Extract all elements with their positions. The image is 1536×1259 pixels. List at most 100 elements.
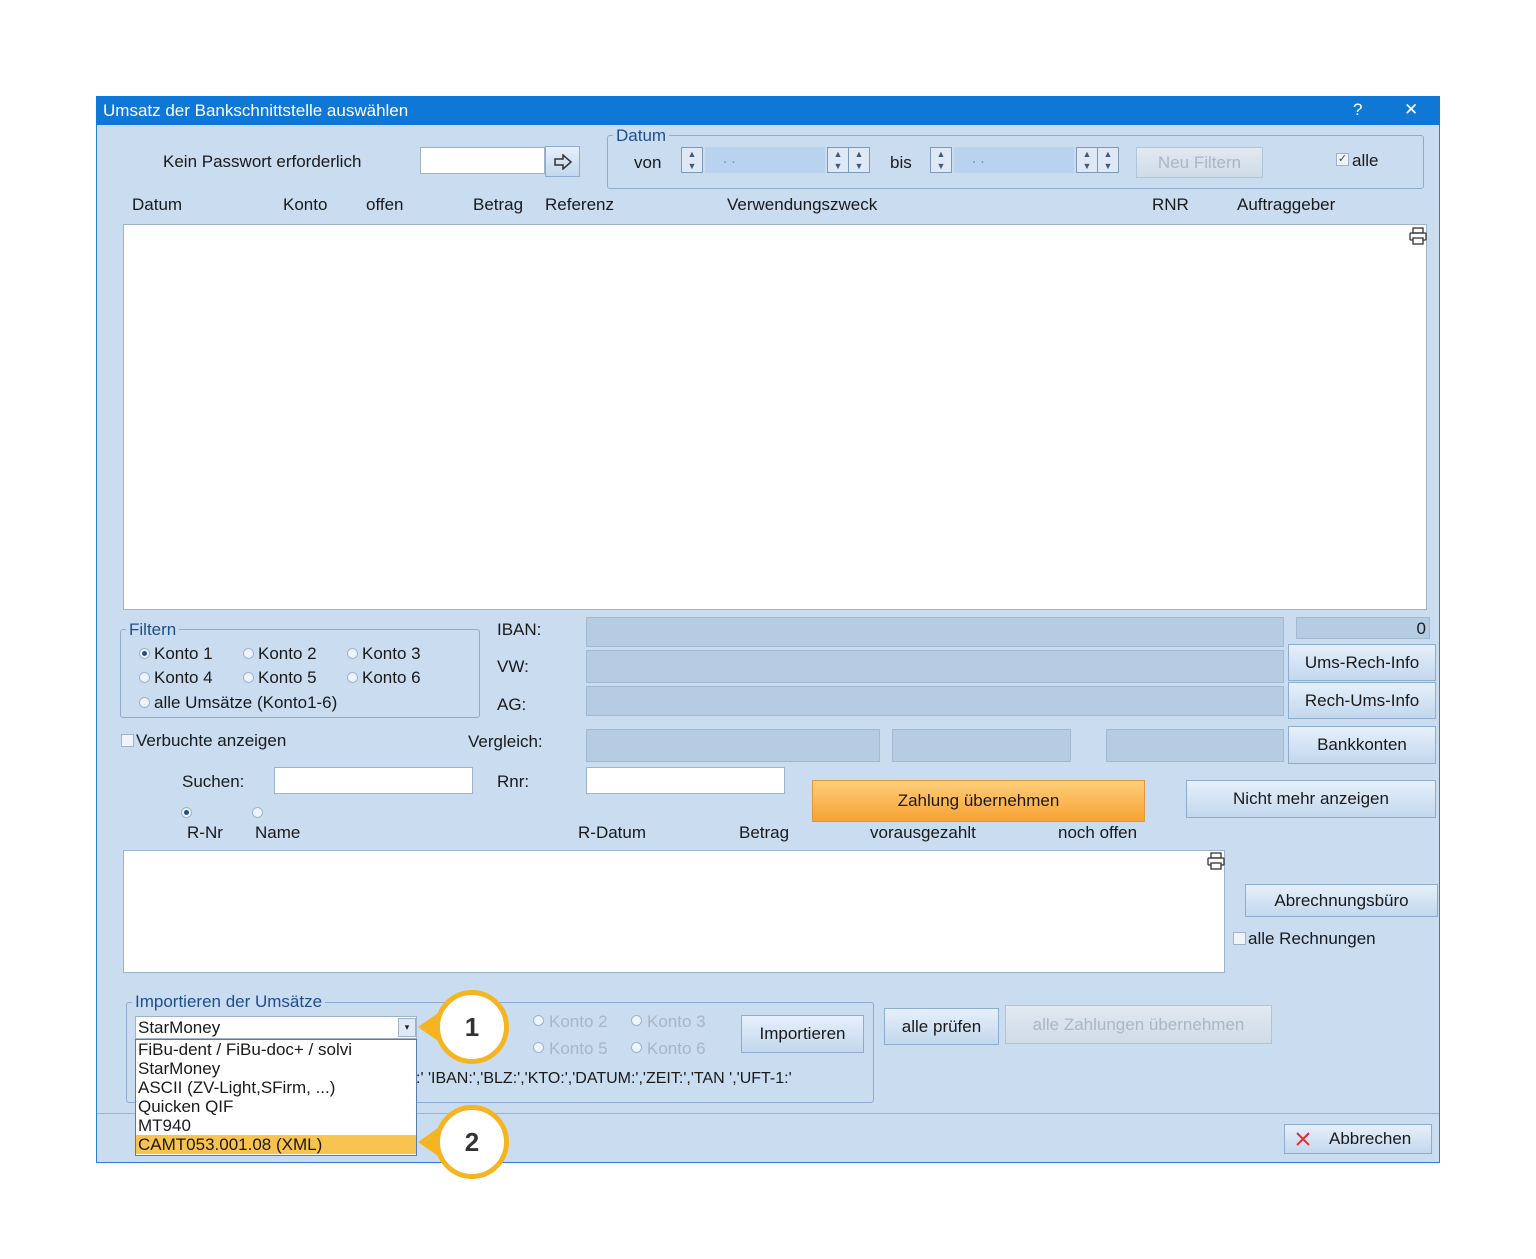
konto6-label: Konto 6 — [362, 668, 421, 687]
transactions-list[interactable] — [123, 224, 1427, 610]
alle-pruefen-button[interactable]: alle prüfen — [884, 1008, 999, 1045]
arrow-right-button[interactable] — [545, 146, 580, 177]
dropdown-option[interactable]: ASCII (ZV-Light,SFirm, ...) — [136, 1078, 416, 1097]
alle-zahlungen-button[interactable]: alle Zahlungen übernehmen — [1005, 1005, 1272, 1044]
konto4-radio[interactable] — [139, 672, 150, 683]
invoices-list[interactable] — [123, 850, 1225, 973]
header-name[interactable]: Name — [255, 823, 300, 843]
title-bar: Umsatz der Bankschnittstelle auswählen ?… — [96, 96, 1440, 125]
rech-ums-info-button[interactable]: Rech-Ums-Info — [1288, 682, 1436, 719]
header-betrag[interactable]: Betrag — [473, 195, 523, 215]
abrechnungsbuero-button[interactable]: Abrechnungsbüro — [1245, 884, 1438, 917]
header-datum[interactable]: Datum — [132, 195, 182, 215]
importieren-button[interactable]: Importieren — [741, 1015, 864, 1053]
alle-label: alle — [1352, 151, 1379, 170]
dropdown-option[interactable]: Quicken QIF — [136, 1097, 416, 1116]
alle-rechnungen-label: alle Rechnungen — [1248, 929, 1376, 948]
import-konto5-radio[interactable] — [533, 1042, 544, 1053]
ums-rech-info-button[interactable]: Ums-Rech-Info — [1288, 644, 1436, 681]
printer-icon[interactable] — [1409, 227, 1427, 245]
ag-label: AG: — [497, 695, 527, 714]
suchen-input[interactable] — [274, 767, 473, 794]
konto3-label: Konto 3 — [362, 644, 421, 663]
import-group-title: Importieren der Umsätze — [132, 992, 326, 1012]
header-noch-offen[interactable]: noch offen — [1058, 823, 1137, 843]
header-konto[interactable]: Konto — [283, 195, 327, 215]
konto1-radio[interactable] — [139, 648, 150, 659]
iban-label: IBAN: — [497, 620, 542, 639]
header-vorausgezahlt[interactable]: vorausgezahlt — [870, 823, 976, 843]
password-label: Kein Passwort erforderlich — [163, 152, 362, 171]
import-konto6-radio[interactable] — [631, 1042, 642, 1053]
import-format-selected: StarMoney — [138, 1018, 221, 1037]
callout-2: 2 — [435, 1105, 509, 1179]
konto1-label: Konto 1 — [154, 644, 213, 663]
sort-name-radio[interactable] — [252, 807, 263, 818]
header-auftraggeber[interactable]: Auftraggeber — [1237, 195, 1335, 215]
close-icon[interactable]: ✕ — [1404, 100, 1418, 120]
konto5-radio[interactable] — [243, 672, 254, 683]
filtern-group-title: Filtern — [126, 620, 180, 640]
dropdown-option[interactable]: FiBu-dent / FiBu-doc+ / solvi — [136, 1040, 416, 1059]
dropdown-option[interactable]: MT940 — [136, 1116, 416, 1135]
bis-spinner-right-b[interactable]: ▲ ▼ — [1097, 147, 1119, 173]
import-format-dropdown[interactable]: FiBu-dent / FiBu-doc+ / solvi StarMoney … — [135, 1039, 417, 1156]
arrow-right-icon — [553, 153, 572, 170]
konto4-label: Konto 4 — [154, 668, 213, 687]
import-konto2-label: Konto 2 — [549, 1012, 608, 1031]
bis-date-value: . . — [972, 150, 985, 167]
alle-rechnungen-checkbox[interactable] — [1233, 932, 1246, 945]
header-invoice-betrag[interactable]: Betrag — [739, 823, 789, 843]
vw-field — [586, 650, 1284, 683]
verbuchte-label: Verbuchte anzeigen — [136, 731, 287, 750]
header-r-nr[interactable]: R-Nr — [187, 823, 223, 843]
header-verwendungszweck[interactable]: Verwendungszweck — [727, 195, 877, 215]
von-date-field[interactable]: . . — [705, 147, 825, 173]
zahlung-uebernehmen-button[interactable]: Zahlung übernehmen — [812, 780, 1145, 822]
von-label: von — [634, 153, 662, 172]
import-konto3-radio[interactable] — [631, 1015, 642, 1026]
password-input[interactable] — [420, 147, 545, 174]
bis-date-field[interactable]: . . — [954, 147, 1074, 173]
vw-label: VW: — [497, 657, 529, 676]
konto6-radio[interactable] — [347, 672, 358, 683]
header-offen[interactable]: offen — [366, 195, 404, 215]
alle-umsaetze-radio[interactable] — [139, 697, 150, 708]
von-spinner-right-a[interactable]: ▲ ▼ — [827, 147, 849, 173]
window-title: Umsatz der Bankschnittstelle auswählen — [103, 101, 409, 120]
header-r-datum[interactable]: R-Datum — [578, 823, 646, 843]
vergleich-field-3 — [1106, 729, 1284, 762]
von-spinner-left[interactable]: ▲ ▼ — [681, 147, 703, 173]
konto3-radio[interactable] — [347, 648, 358, 659]
rnr-label: Rnr: — [497, 772, 530, 791]
suchen-label: Suchen: — [182, 772, 245, 791]
bis-spinner-right-a[interactable]: ▲ ▼ — [1076, 147, 1098, 173]
vergleich-label: Vergleich: — [468, 732, 543, 751]
sort-rnr-radio[interactable] — [181, 807, 192, 818]
help-icon[interactable]: ? — [1353, 100, 1362, 120]
neu-filtern-button[interactable]: Neu Filtern — [1136, 147, 1263, 178]
header-referenz[interactable]: Referenz — [545, 195, 614, 215]
verbuchte-checkbox[interactable] — [121, 734, 134, 747]
von-spinner-right-b[interactable]: ▲ ▼ — [848, 147, 870, 173]
alle-checkbox[interactable]: ✓ — [1336, 153, 1349, 166]
vergleich-field-2 — [892, 729, 1071, 762]
rnr-input[interactable] — [586, 767, 785, 794]
dropdown-option-selected[interactable]: CAMT053.001.08 (XML) — [136, 1135, 416, 1154]
von-date-value: . . — [723, 150, 736, 167]
konto2-radio[interactable] — [243, 648, 254, 659]
close-x-icon — [1296, 1132, 1310, 1146]
nicht-mehr-anzeigen-button[interactable]: Nicht mehr anzeigen — [1186, 780, 1436, 818]
header-rnr[interactable]: RNR — [1152, 195, 1189, 215]
chevron-down-icon[interactable]: ▾ — [398, 1018, 416, 1037]
callout-1: 1 — [435, 990, 509, 1064]
iban-field — [586, 617, 1284, 647]
bis-spinner-left[interactable]: ▲ ▼ — [930, 147, 952, 173]
dropdown-option[interactable]: StarMoney — [136, 1059, 416, 1078]
printer-icon[interactable] — [1207, 852, 1225, 870]
abbrechen-button[interactable]: Abbrechen — [1284, 1124, 1432, 1154]
konto2-label: Konto 2 — [258, 644, 317, 663]
bankkonten-button[interactable]: Bankkonten — [1288, 726, 1436, 764]
import-format-select[interactable]: StarMoney ▾ — [135, 1016, 417, 1039]
import-konto2-radio[interactable] — [533, 1015, 544, 1026]
